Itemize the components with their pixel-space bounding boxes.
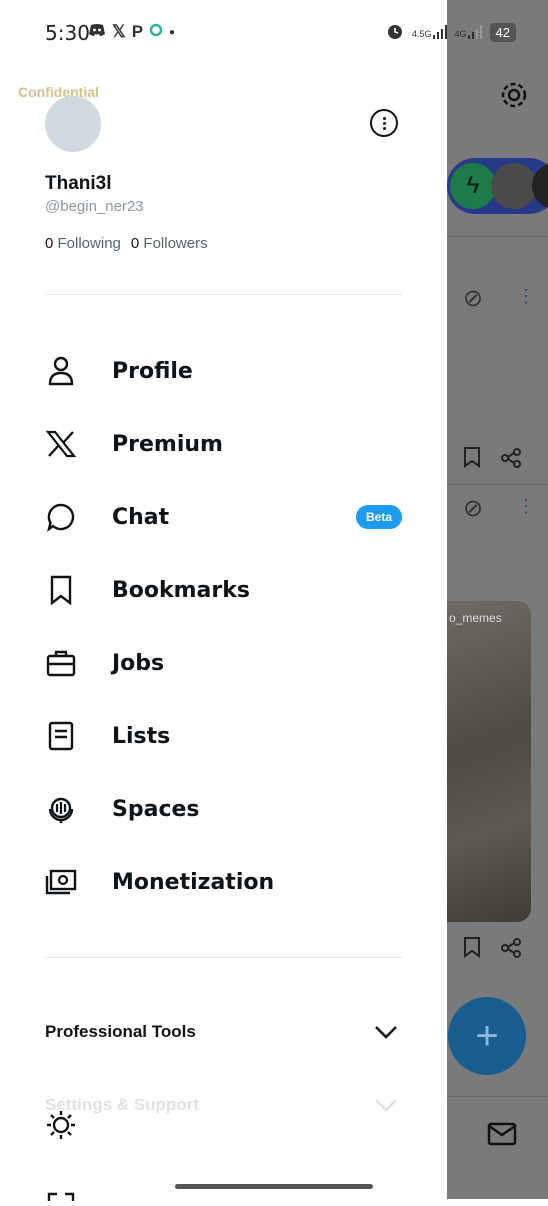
signal-2-icon: 4G <box>455 25 482 39</box>
menu-item-chat[interactable]: Chat Beta <box>45 492 405 542</box>
menu-label: Monetization <box>112 869 275 895</box>
status-time: 5:30 <box>45 21 90 45</box>
notification-icons: 𝕏 P ● <box>88 22 175 42</box>
display-name[interactable]: Thani3l <box>45 173 112 195</box>
tweet-photo: o_memes <box>447 601 531 922</box>
menu-item-premium[interactable]: Premium <box>45 419 405 469</box>
following-link[interactable]: 0 Following <box>45 235 121 252</box>
account-options-button[interactable] <box>370 109 398 137</box>
menu-item-bookmarks[interactable]: Bookmarks <box>45 565 405 615</box>
person-avatar <box>491 163 537 209</box>
share-icon <box>501 938 521 964</box>
menu-item-spaces[interactable]: Spaces <box>45 784 405 834</box>
circle-app-icon <box>149 22 163 42</box>
lightning-avatar: ϟ <box>450 163 496 209</box>
compose-fab-button[interactable]: + <box>448 997 526 1075</box>
divider <box>45 957 402 958</box>
following-label: Following <box>57 235 121 252</box>
chevron-down-icon <box>374 1024 398 1045</box>
share-icon <box>501 448 521 474</box>
microphone-icon <box>45 793 77 825</box>
user-handle: @begin_ner23 <box>45 198 144 215</box>
divider <box>45 294 402 295</box>
briefcase-icon <box>45 647 77 679</box>
section-label: Professional Tools <box>45 1022 196 1041</box>
discord-icon <box>88 22 106 42</box>
confidential-watermark: Confidential <box>18 84 99 100</box>
bookmark-small-icon <box>463 446 481 474</box>
navigation-drawer: Confidential Thani3l @begin_ner23 0 Foll… <box>0 0 447 1201</box>
menu-item-lists[interactable]: Lists <box>45 711 405 761</box>
network-type-2: 4G <box>454 29 467 39</box>
no-fleet-icon: ⊘ <box>463 495 484 522</box>
fleet-avatars: ϟ <box>447 158 548 214</box>
avatar[interactable] <box>45 96 101 152</box>
menu-item-profile[interactable]: Profile <box>45 346 405 396</box>
followers-label: Followers <box>143 235 208 252</box>
messages-icon <box>487 1122 517 1152</box>
alarm-icon <box>386 22 404 42</box>
menu-label: Premium <box>112 431 223 457</box>
menu-item-monetization[interactable]: Monetization <box>45 857 405 907</box>
chevron-down-icon <box>374 1097 398 1118</box>
menu-label: Spaces <box>112 796 200 822</box>
menu-label: Chat <box>112 504 170 530</box>
x-logo-icon <box>45 428 77 460</box>
network-type-1: 4.5G <box>412 29 432 39</box>
dot-icon: ● <box>169 26 176 38</box>
followers-link[interactable]: 0 Followers <box>131 235 208 252</box>
following-count: 0 <box>45 235 54 252</box>
beta-badge: Beta <box>356 505 403 529</box>
menu-label: Lists <box>112 723 171 749</box>
settings-gear-icon <box>499 80 529 116</box>
menu-label: Profile <box>112 358 193 384</box>
list-icon <box>45 720 77 752</box>
bookmark-icon <box>45 574 77 606</box>
menu-item-jobs[interactable]: Jobs <box>45 638 405 688</box>
no-fleet-icon: ⊘ <box>463 285 484 312</box>
logo-avatar <box>532 163 548 209</box>
bookmark-small-icon <box>463 936 481 964</box>
person-icon <box>45 355 77 387</box>
divider <box>447 484 548 485</box>
settings-support-section[interactable]: Settings & Support <box>45 1095 402 1125</box>
battery-indicator: 42 <box>489 22 516 42</box>
system-icons: 4.5G 4G 42 <box>386 22 516 42</box>
professional-tools-section[interactable]: Professional Tools <box>45 1022 402 1052</box>
money-icon <box>45 866 77 898</box>
photo-watermark: o_memes <box>449 611 502 625</box>
status-bar: 5:30 𝕏 P ● 4.5G 4G 42 <box>0 0 548 64</box>
divider <box>447 236 548 237</box>
bottom-nav-divider <box>447 1096 548 1097</box>
x-app-icon: 𝕏 <box>112 22 126 41</box>
qr-scan-icon[interactable] <box>45 1188 77 1206</box>
signal-1-icon: 4.5G <box>412 25 447 39</box>
menu-label: Jobs <box>112 650 165 676</box>
followers-count: 0 <box>130 235 140 252</box>
p-app-icon: P <box>131 22 144 41</box>
theme-toggle-icon[interactable] <box>45 1109 77 1146</box>
chat-bubble-icon <box>45 501 77 533</box>
more-vertical-icon: ⋮ <box>517 286 535 306</box>
home-indicator[interactable] <box>175 1184 373 1189</box>
follow-stats: 0 Following 0 Followers <box>45 235 208 252</box>
menu-label: Bookmarks <box>112 577 250 603</box>
more-vertical-icon: ⋮ <box>517 496 535 516</box>
